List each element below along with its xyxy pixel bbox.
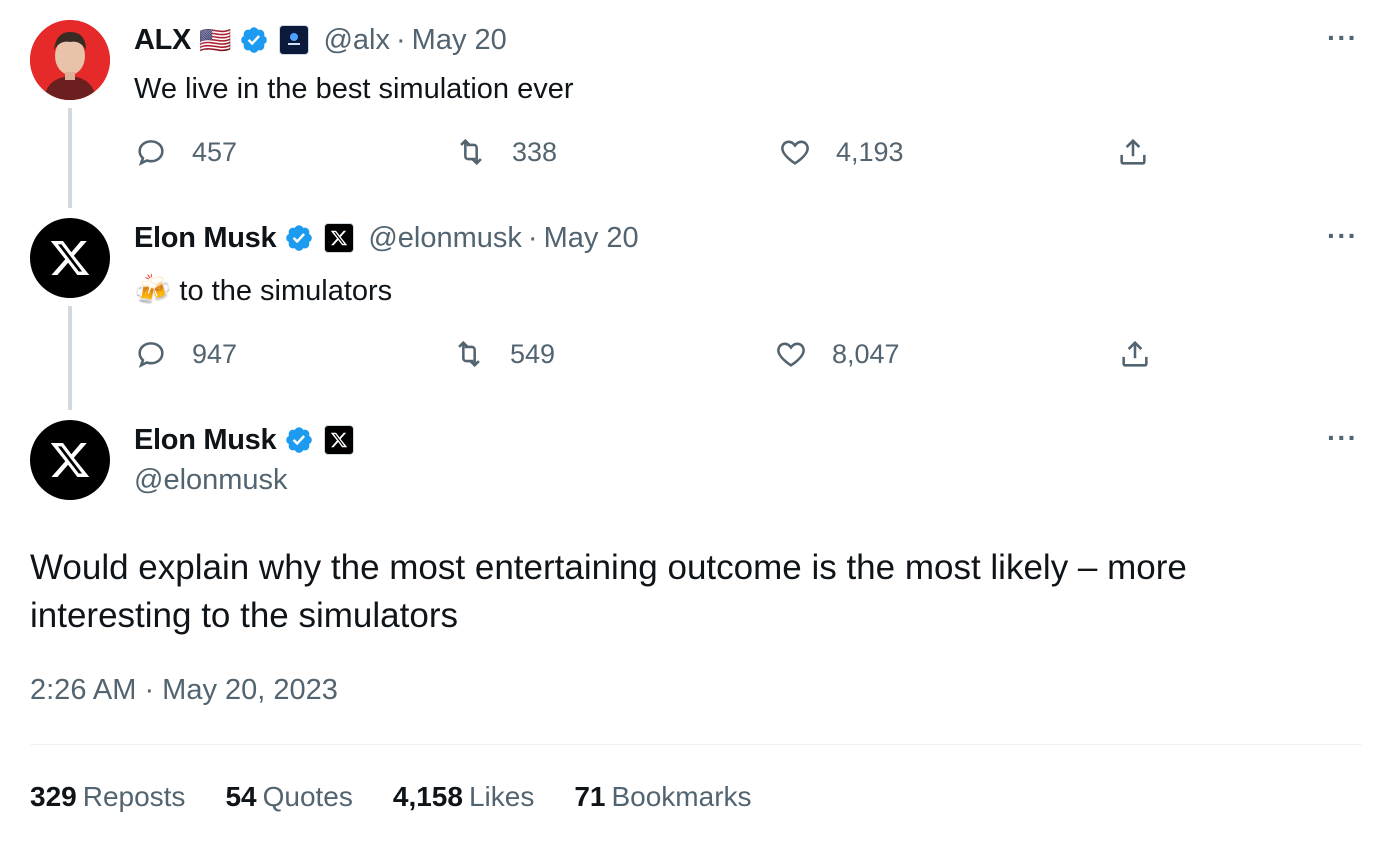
- reply-icon: [138, 342, 164, 368]
- share-button[interactable]: [1118, 334, 1152, 374]
- repost-count: 549: [510, 338, 556, 369]
- share-icon: [1120, 138, 1146, 165]
- more-icon[interactable]: ···: [1327, 220, 1358, 252]
- like-icon: [781, 140, 809, 165]
- avatar-alx-image: [30, 20, 110, 100]
- tweet-1-header: ALX 🇺🇸 @alx · May 20: [134, 20, 507, 60]
- x-affiliate-badge-icon: [324, 223, 355, 253]
- beer-emoji: 🍻: [134, 274, 172, 307]
- tweet-2-body: to the simulators: [179, 275, 393, 307]
- author-name[interactable]: Elon Musk: [134, 222, 277, 255]
- x-logo-icon: [50, 241, 90, 275]
- reply-button[interactable]: 947: [134, 334, 237, 374]
- stat-label: Reposts: [82, 781, 186, 812]
- avatar-elonmusk[interactable]: [30, 218, 110, 298]
- main-tweet-timestamp[interactable]: 2:26 AM · May 20, 2023: [30, 674, 338, 707]
- main-author-handle[interactable]: @elonmusk: [134, 460, 288, 500]
- repost-button[interactable]: 338: [454, 132, 557, 172]
- author-name[interactable]: Elon Musk: [134, 424, 277, 457]
- avatar-elonmusk-main[interactable]: [30, 420, 110, 500]
- x-logo-icon: [50, 443, 90, 477]
- divider: [30, 744, 1362, 745]
- stat-reposts[interactable]: 329 Reposts: [30, 781, 185, 813]
- verified-badge-icon: [239, 25, 269, 55]
- tweet-2-text: 🍻 to the simulators: [134, 272, 392, 310]
- main-tweet-text: Would explain why the most entertaining …: [30, 548, 1187, 635]
- reply-icon: [138, 140, 164, 166]
- tweet-date[interactable]: May 20: [412, 24, 507, 57]
- repost-button[interactable]: 549: [452, 334, 555, 374]
- separator-dot: ·: [527, 221, 538, 254]
- affiliate-badge-icon: [279, 25, 310, 55]
- stat-value: 71: [574, 781, 606, 812]
- more-icon[interactable]: ···: [1327, 422, 1358, 454]
- thread-line-1: [68, 108, 72, 208]
- stat-likes[interactable]: 4,158 Likes: [393, 781, 534, 813]
- avatar-alx[interactable]: [30, 20, 110, 100]
- tweet-date[interactable]: May 20: [544, 222, 639, 255]
- reply-count: 947: [192, 338, 238, 369]
- stat-value: 329: [30, 781, 77, 812]
- reply-button[interactable]: 457: [134, 132, 237, 172]
- stat-label: Bookmarks: [611, 781, 752, 812]
- separator-dot: ·: [396, 23, 406, 56]
- share-icon: [1122, 340, 1148, 367]
- main-tweet-header: Elon Musk: [134, 420, 355, 460]
- us-flag: 🇺🇸: [199, 24, 232, 55]
- reply-count: 457: [192, 136, 238, 167]
- author-handle[interactable]: @alx: [323, 24, 390, 57]
- stat-value: 4,158: [392, 781, 463, 812]
- like-button[interactable]: 4,193: [778, 132, 904, 172]
- like-icon: [777, 342, 805, 367]
- author-handle[interactable]: @elonmusk: [368, 222, 522, 255]
- repost-icon: [460, 138, 482, 166]
- thread-line-2: [68, 306, 72, 410]
- more-icon[interactable]: ···: [1327, 22, 1358, 54]
- author-name[interactable]: ALX: [134, 24, 191, 57]
- repost-icon: [458, 340, 480, 368]
- engagement-stats: 329 Reposts 54 Quotes 4,158 Likes 71 Bookmar…: [30, 781, 792, 813]
- tweet-2-header: Elon Musk @elonmusk · May 20: [134, 218, 639, 258]
- verified-badge-icon: [284, 425, 314, 455]
- repost-count: 338: [512, 136, 558, 167]
- like-count: 4,193: [836, 136, 904, 167]
- x-affiliate-badge-icon: [324, 425, 355, 455]
- stat-bookmarks[interactable]: 71 Bookmarks: [574, 781, 751, 813]
- like-count: 8,047: [832, 338, 900, 369]
- tweet-1-text: We live in the best simulation ever: [134, 73, 574, 105]
- stat-label: Quotes: [262, 781, 353, 812]
- share-button[interactable]: [1116, 132, 1150, 172]
- verified-badge-icon: [284, 223, 314, 253]
- stat-label: Likes: [468, 781, 535, 812]
- stat-quotes[interactable]: 54 Quotes: [225, 781, 352, 813]
- stat-value: 54: [225, 781, 257, 812]
- like-button[interactable]: 8,047: [774, 334, 900, 374]
